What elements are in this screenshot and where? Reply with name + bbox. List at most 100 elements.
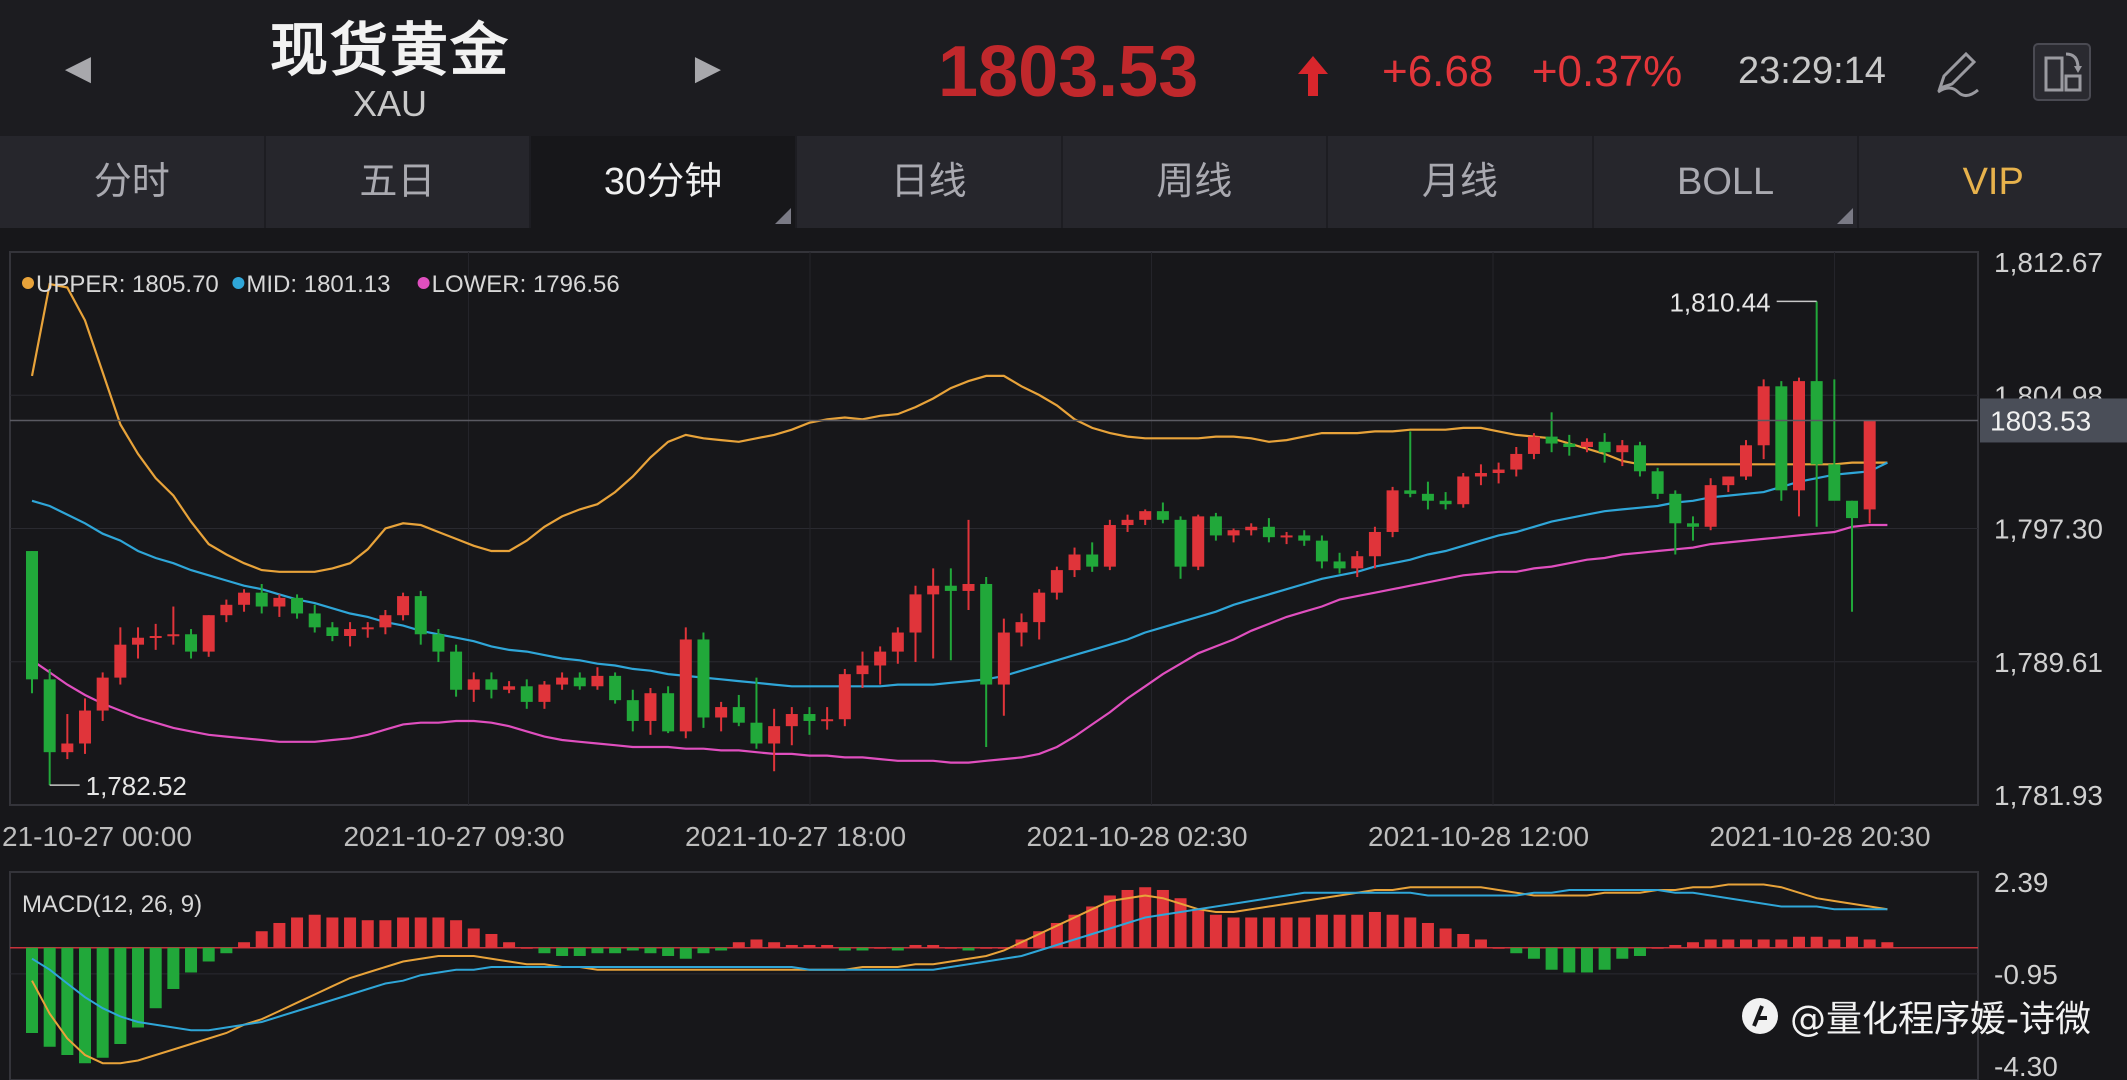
macd-bar bbox=[1633, 947, 1646, 956]
price-tick-label: 1,781.93 bbox=[1994, 780, 2103, 811]
candle-body bbox=[785, 714, 798, 727]
candle-body bbox=[202, 615, 215, 652]
quote-time: 23:29:14 bbox=[1738, 50, 1886, 92]
time-axis: 21-10-27 00:00 2021-10-27 09:30 2021-10-27… bbox=[2, 821, 1931, 852]
candle-body bbox=[856, 665, 869, 675]
candle-body bbox=[1333, 561, 1346, 569]
candle-body bbox=[503, 686, 516, 690]
macd-frame bbox=[9, 871, 1979, 1080]
candle-body bbox=[1139, 511, 1152, 520]
candle-body bbox=[538, 684, 551, 702]
candle-body bbox=[1793, 381, 1805, 491]
tab-daily[interactable]: 日线 bbox=[797, 136, 1063, 228]
macd-bar bbox=[1722, 939, 1735, 948]
legend-upper: UPPER: 1805.70 bbox=[36, 271, 219, 298]
candle-body bbox=[591, 675, 604, 687]
price-change: +6.68 +0.37% bbox=[1382, 44, 1682, 100]
macd-bar bbox=[1298, 917, 1311, 948]
last-price-tag-label: 1803.53 bbox=[1990, 405, 2091, 436]
candle-body bbox=[1015, 622, 1028, 633]
tab-boll[interactable]: BOLL bbox=[1594, 136, 1860, 228]
candle-body bbox=[1421, 493, 1434, 501]
macd-axis: 2.39 -0.95 -4.30 bbox=[1994, 867, 2058, 1080]
candle-body bbox=[1174, 519, 1187, 567]
macd-bar bbox=[715, 947, 728, 951]
candle-body bbox=[291, 597, 304, 614]
candle-body bbox=[43, 679, 56, 753]
candle-body bbox=[1368, 531, 1381, 557]
macd-bar bbox=[43, 947, 56, 1047]
candle-body bbox=[1209, 516, 1222, 536]
time-tick-label: 2021-10-28 20:30 bbox=[1710, 821, 1931, 852]
time-tick-label: 2021-10-27 09:30 bbox=[344, 821, 565, 852]
watermark: @量化程序媛-诗微 bbox=[1740, 988, 2091, 1044]
candle-body bbox=[79, 710, 92, 744]
tab-vip[interactable]: VIP bbox=[1859, 136, 2127, 228]
tab-monthly[interactable]: 月线 bbox=[1328, 136, 1594, 228]
candle-body bbox=[1846, 500, 1859, 519]
candle-body bbox=[1739, 445, 1752, 477]
candle-body bbox=[891, 632, 904, 652]
candle-body bbox=[1563, 443, 1576, 448]
macd-bar bbox=[1351, 914, 1364, 948]
macd-bar bbox=[785, 944, 798, 948]
macd-bar bbox=[1192, 909, 1205, 948]
candle-body bbox=[149, 636, 162, 639]
candle-body bbox=[609, 675, 622, 701]
candle-body bbox=[1068, 554, 1081, 571]
macd-bar bbox=[838, 947, 851, 951]
macd-bar bbox=[1651, 947, 1664, 949]
candle-body bbox=[874, 651, 887, 666]
candle-body bbox=[1810, 381, 1823, 465]
candle-body bbox=[255, 592, 268, 607]
candle-body bbox=[1121, 519, 1134, 526]
price-tick-label: 1,789.61 bbox=[1994, 647, 2103, 678]
candle-body bbox=[1457, 476, 1470, 505]
macd-bar bbox=[962, 947, 975, 951]
tab-five-day[interactable]: 五日 bbox=[266, 136, 532, 228]
tab-30min[interactable]: 30分钟 bbox=[531, 136, 797, 228]
chart-area[interactable]: 1,812.671,804.981,797.301,789.611,781.93… bbox=[0, 228, 2127, 1080]
candle-body bbox=[838, 674, 851, 720]
right-arrow-icon[interactable]: ▶ bbox=[686, 46, 730, 90]
macd-bar bbox=[1704, 939, 1717, 948]
left-arrow-icon[interactable]: ◀ bbox=[56, 46, 100, 90]
macd-bar bbox=[326, 917, 339, 948]
macd-bar bbox=[132, 947, 145, 1028]
candle-body bbox=[414, 596, 427, 635]
macd-bar bbox=[379, 920, 392, 948]
macd-bar bbox=[1669, 944, 1682, 948]
candles bbox=[26, 301, 1876, 786]
macd-bar bbox=[1616, 947, 1629, 959]
boll-mid-line bbox=[31, 461, 1888, 688]
tab-weekly[interactable]: 周线 bbox=[1063, 136, 1329, 228]
macd-bar bbox=[291, 917, 304, 948]
macd-bar bbox=[1527, 947, 1540, 959]
candle-body bbox=[1262, 526, 1275, 538]
macd-bar bbox=[238, 942, 251, 948]
macd-bar bbox=[1262, 917, 1275, 948]
macd-bar bbox=[1368, 911, 1381, 948]
macd-bar bbox=[944, 947, 957, 949]
macd-bar bbox=[662, 947, 675, 956]
macd-bar bbox=[538, 947, 551, 954]
candle-body bbox=[750, 722, 763, 744]
candle-body bbox=[662, 693, 675, 732]
tab-minute[interactable]: 分时 bbox=[0, 136, 266, 228]
watermark-text: @量化程序媛-诗微 bbox=[1790, 999, 2091, 1040]
macd-bar bbox=[1439, 928, 1452, 948]
candle-body bbox=[1103, 525, 1116, 567]
candle-body bbox=[361, 627, 374, 630]
candle-body bbox=[1492, 469, 1505, 474]
candle-body bbox=[185, 634, 198, 652]
candle-body bbox=[467, 679, 480, 690]
pen-icon[interactable] bbox=[1928, 44, 1984, 100]
candle-body bbox=[803, 714, 816, 721]
rotate-screen-icon[interactable] bbox=[2030, 40, 2094, 104]
macd-bar bbox=[891, 947, 904, 951]
macd-bar bbox=[1474, 939, 1487, 948]
last-price: 1803.53 bbox=[938, 32, 1199, 112]
candle-body bbox=[1404, 490, 1417, 494]
macd-bar bbox=[980, 947, 993, 949]
macd-bar bbox=[909, 944, 922, 948]
